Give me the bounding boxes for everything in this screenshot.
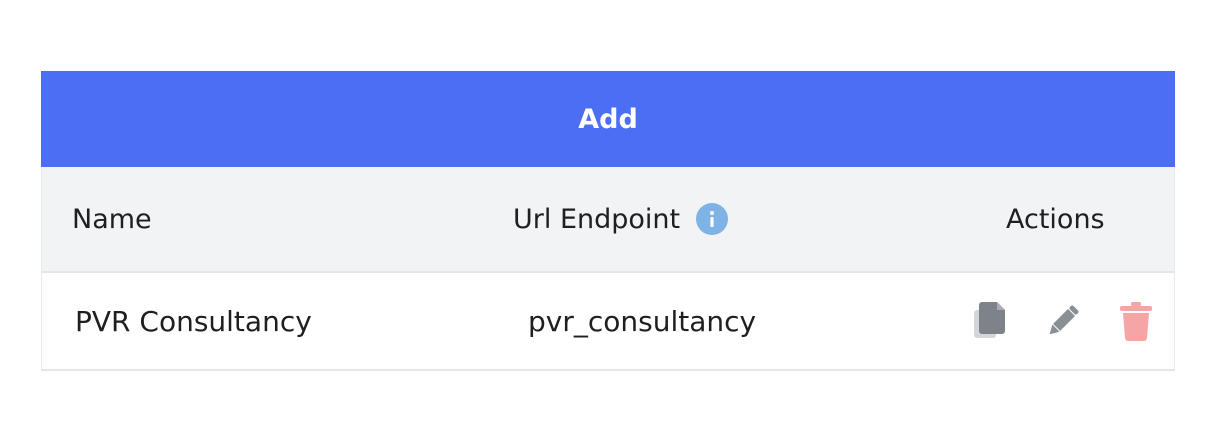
info-icon[interactable] — [696, 203, 729, 235]
endpoints-panel: Add Name Url Endpoint Actions PVR Consul… — [41, 71, 1175, 371]
cell-name-text: PVR Consultancy — [75, 304, 312, 338]
column-header-url-endpoint: Url Endpoint — [513, 167, 729, 271]
cell-url-endpoint: pvr_consultancy — [528, 273, 756, 369]
table-header: Name Url Endpoint Actions — [41, 167, 1175, 273]
cell-name: PVR Consultancy — [75, 273, 312, 369]
row-actions — [968, 273, 1158, 369]
add-button[interactable]: Add — [41, 71, 1175, 167]
trash-icon[interactable] — [1114, 299, 1158, 343]
copy-icon[interactable] — [968, 299, 1012, 343]
table-row: PVR Consultancy pvr_consultancy — [41, 273, 1175, 371]
column-header-name: Name — [72, 167, 152, 271]
column-header-name-label: Name — [72, 203, 152, 235]
cell-url-endpoint-text: pvr_consultancy — [528, 304, 757, 338]
column-header-actions: Actions — [1006, 167, 1105, 271]
column-header-url-endpoint-label: Url Endpoint — [513, 203, 681, 235]
column-header-actions-label: Actions — [1006, 203, 1105, 235]
pencil-icon[interactable] — [1041, 299, 1085, 343]
